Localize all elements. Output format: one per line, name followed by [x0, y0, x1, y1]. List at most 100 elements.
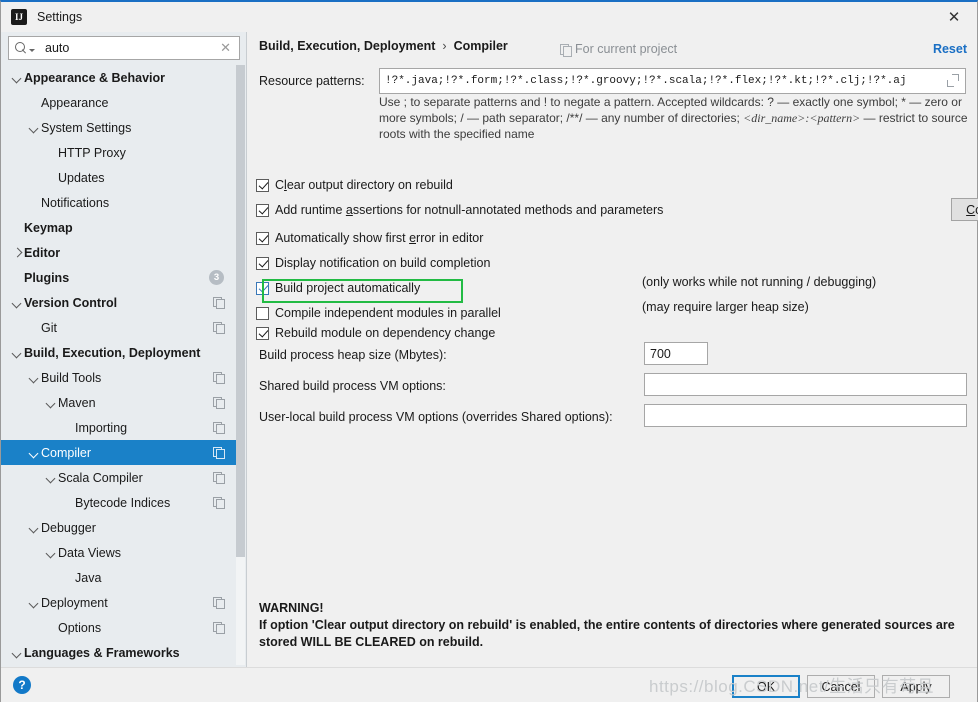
sidebar-item-label: Java — [75, 570, 102, 585]
dialog-footer: ? OK Cancel Apply — [1, 667, 977, 702]
copy-scope-icon — [213, 497, 225, 509]
resource-patterns-field[interactable]: !?*.java;!?*.form;!?*.class;!?*.groovy;!… — [379, 68, 966, 94]
sidebar: ✕ Appearance & Behavior Appearance System … — [1, 32, 247, 667]
chevron-down-icon[interactable] — [10, 71, 24, 85]
sidebar-item-plugins[interactable]: Plugins 3 — [1, 265, 238, 290]
search-field[interactable]: ✕ — [8, 36, 240, 60]
sidebar-scrollbar[interactable] — [236, 65, 245, 665]
heap-size-input[interactable] — [644, 342, 708, 365]
chevron-down-icon[interactable] — [10, 346, 24, 360]
sidebar-item-notifications[interactable]: Notifications — [1, 190, 238, 215]
clear-icon[interactable]: ✕ — [220, 40, 231, 56]
sidebar-item-debugger[interactable]: Debugger — [1, 515, 238, 540]
apply-button[interactable]: Apply — [882, 675, 950, 698]
sidebar-item-git[interactable]: Git — [1, 315, 238, 340]
checkbox-compile-independent-modules-in-parallel[interactable]: Compile independent modules in parallel — [256, 303, 501, 323]
sidebar-item-compiler[interactable]: Compiler — [1, 440, 238, 465]
copy-scope-icon — [560, 43, 572, 57]
chevron-down-icon[interactable] — [27, 521, 41, 535]
main-panel: Build, Execution, Deployment › Compiler … — [248, 32, 978, 667]
sidebar-item-options[interactable]: Options — [1, 615, 238, 640]
sidebar-item-updates[interactable]: Updates — [1, 165, 238, 190]
checkbox-clear-output-directory-on-rebuild[interactable]: Clear output directory on rebuild — [256, 175, 453, 195]
chevron-down-icon[interactable] — [10, 296, 24, 310]
help-icon[interactable]: ? — [13, 676, 31, 694]
sidebar-item-http-proxy[interactable]: HTTP Proxy — [1, 140, 238, 165]
sidebar-item-label: Maven — [58, 395, 96, 410]
sidebar-item-deployment[interactable]: Deployment — [1, 590, 238, 615]
checkbox-indicator[interactable] — [256, 256, 269, 270]
sidebar-item-appearance[interactable]: Appearance — [1, 90, 238, 115]
configure-annotations-button[interactable]: Configure annotations... — [951, 198, 978, 221]
sidebar-item-label: System Settings — [41, 120, 132, 135]
breadcrumb-root[interactable]: Build, Execution, Deployment — [259, 39, 435, 53]
sidebar-item-bytecode-indices[interactable]: Bytecode Indices — [1, 490, 238, 515]
reset-link[interactable]: Reset — [933, 42, 967, 56]
sidebar-item-label: Git — [41, 320, 57, 335]
copy-scope-icon — [213, 322, 225, 334]
sidebar-item-importing[interactable]: Importing — [1, 415, 238, 440]
checkbox-add-runtime-assertions-for-notnull-annotated-methods-and-parameters[interactable]: Add runtime assertions for notnull-annot… — [256, 200, 663, 220]
checkbox-rebuild-module-on-dependency-change[interactable]: Rebuild module on dependency change — [256, 323, 495, 343]
sidebar-item-label: Keymap — [24, 220, 73, 235]
userlocal-vm-options-input[interactable] — [644, 404, 967, 427]
shared-vm-options-input[interactable] — [644, 373, 967, 396]
chevron-down-icon[interactable] — [44, 546, 58, 560]
checkbox-label: Rebuild module on dependency change — [275, 326, 496, 340]
sidebar-item-data-views[interactable]: Data Views — [1, 540, 238, 565]
checkbox-label: Automatically show first error in editor — [275, 231, 484, 245]
cancel-button[interactable]: Cancel — [807, 675, 875, 698]
warning-title: WARNING! — [259, 601, 324, 615]
sidebar-item-build-tools[interactable]: Build Tools — [1, 365, 238, 390]
checkbox-indicator[interactable] — [256, 306, 269, 320]
sidebar-item-languages-frameworks[interactable]: Languages & Frameworks — [1, 640, 238, 665]
title-bar: IJ Settings ✕ — [1, 2, 977, 32]
copy-scope-icon — [213, 472, 225, 484]
sidebar-item-java[interactable]: Java — [1, 565, 238, 590]
sidebar-item-keymap[interactable]: Keymap — [1, 215, 238, 240]
sidebar-scrollbar-thumb[interactable] — [236, 65, 245, 557]
chevron-down-icon[interactable] — [10, 646, 24, 660]
checkbox-build-project-automatically[interactable]: Build project automatically — [256, 278, 463, 303]
copy-scope-icon — [213, 397, 225, 409]
checkbox-indicator[interactable] — [256, 326, 269, 340]
search-input[interactable] — [43, 40, 221, 56]
sidebar-item-label: Updates — [58, 170, 105, 185]
chevron-down-icon[interactable] — [44, 396, 58, 410]
sidebar-item-label: Editor — [24, 245, 61, 260]
sidebar-item-label: Scala Compiler — [58, 470, 143, 485]
close-icon[interactable]: ✕ — [931, 2, 977, 31]
chevron-down-icon[interactable] — [27, 446, 41, 460]
ok-button[interactable]: OK — [732, 675, 800, 698]
checkbox-indicator[interactable] — [256, 178, 269, 192]
checkbox-automatically-show-first-error-in-editor[interactable]: Automatically show first error in editor — [256, 228, 483, 248]
checkbox-label: Display notification on build completion — [275, 256, 491, 270]
plugins-update-badge: 3 — [209, 270, 224, 285]
checkbox-indicator[interactable] — [256, 203, 269, 217]
sidebar-item-label: Options — [58, 620, 102, 635]
resource-patterns-value[interactable]: !?*.java;!?*.form;!?*.class;!?*.groovy;!… — [385, 75, 939, 87]
chevron-down-icon[interactable] — [29, 48, 35, 52]
cancel-label: Cancel — [821, 679, 861, 694]
sidebar-item-maven[interactable]: Maven — [1, 390, 238, 415]
chevron-down-icon[interactable] — [27, 121, 41, 135]
sidebar-item-label: Deployment — [41, 595, 108, 610]
sidebar-item-scala-compiler[interactable]: Scala Compiler — [1, 465, 238, 490]
checkbox-display-notification-on-build-completion[interactable]: Display notification on build completion — [256, 253, 490, 273]
chevron-down-icon[interactable] — [27, 596, 41, 610]
chevron-down-icon[interactable] — [27, 371, 41, 385]
chevron-down-icon[interactable] — [44, 471, 58, 485]
sidebar-item-editor[interactable]: Editor — [1, 240, 238, 265]
sidebar-item-build-execution-deployment[interactable]: Build, Execution, Deployment — [1, 340, 238, 365]
checkbox-indicator[interactable] — [256, 281, 269, 295]
checkbox-indicator[interactable] — [256, 231, 269, 245]
sidebar-item-appearance-behavior[interactable]: Appearance & Behavior — [1, 65, 238, 90]
expand-icon[interactable] — [943, 69, 965, 93]
sidebar-item-system-settings[interactable]: System Settings — [1, 115, 238, 140]
chevron-right-icon[interactable] — [10, 246, 24, 260]
sidebar-item-version-control[interactable]: Version Control — [1, 290, 238, 315]
